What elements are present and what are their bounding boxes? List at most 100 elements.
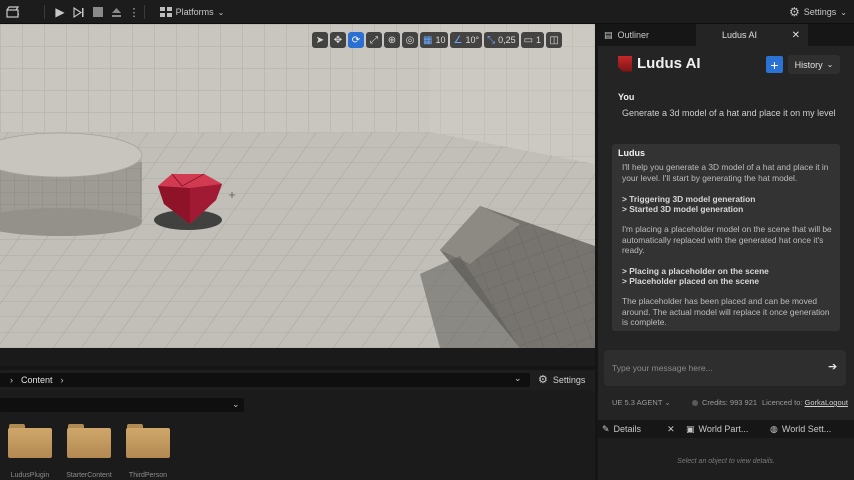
tab-details[interactable]: ✎ Details ✕ — [602, 420, 682, 438]
more-options-icon[interactable]: ⋮ — [128, 3, 140, 21]
history-label: History — [794, 59, 823, 70]
chevron-down-icon: ⌄ — [217, 7, 225, 17]
message-action: > Placing a placeholder on the scene — [622, 266, 769, 276]
scene-render — [0, 24, 595, 348]
right-panel: ▤ Outliner Ludus AI ✕ Ludus AI + History… — [598, 24, 854, 480]
history-button[interactable]: History ⌄ — [788, 55, 840, 74]
folder-startercontent[interactable] — [67, 424, 111, 458]
folder-thirdperson[interactable] — [126, 424, 170, 458]
assistant-message: Ludus I'll help you generate a 3D model … — [612, 144, 840, 331]
chat-input-box: ➔ — [604, 350, 846, 386]
folder-label: ThirdPerson — [128, 472, 168, 479]
breadcrumb: › Content › ⌄ — [0, 373, 530, 387]
camera-speed-button[interactable]: ▭ 1 — [520, 32, 545, 48]
close-icon[interactable]: ✕ — [667, 424, 675, 435]
platforms-menu[interactable]: Platforms ⌄ — [156, 3, 228, 21]
tab-world-settings[interactable]: ◍ World Sett... — [770, 420, 854, 438]
panel-tabs: ▤ Outliner Ludus AI ✕ — [598, 24, 854, 46]
rotate-icon[interactable]: ⟳ — [348, 32, 364, 48]
advance-frame-icon[interactable] — [70, 3, 88, 21]
tab-world-settings-label: World Sett... — [781, 424, 832, 434]
world-space-icon[interactable]: ⊕ — [384, 32, 400, 48]
tab-ludus-ai[interactable]: Ludus AI ✕ — [696, 24, 808, 46]
folder-label: LudusPlugin — [10, 472, 50, 479]
logout-link[interactable]: Logout — [825, 398, 848, 407]
main-toolbar: ▶ ⋮ Platforms ⌄ ⚙ Settings ⌄ — [0, 0, 854, 24]
chat-input[interactable] — [612, 360, 812, 376]
message-action: > Started 3D model generation — [622, 204, 744, 214]
globe-icon: ◍ — [770, 423, 778, 434]
chevron-down-icon: ⌄ — [232, 399, 240, 409]
content-settings-label: Settings — [552, 374, 586, 385]
new-chat-button[interactable]: + — [766, 56, 783, 73]
ludus-logo: Ludus AI — [618, 55, 701, 72]
settings-menu[interactable]: ⚙ Settings ⌄ — [786, 3, 850, 21]
grid-snap-value: 10 — [435, 35, 446, 45]
clapperboard-icon[interactable] — [2, 3, 24, 21]
platforms-label: Platforms — [175, 7, 214, 17]
chevron-down-icon: ⌄ — [840, 7, 847, 17]
rotation-snap-toggle[interactable]: ∠ 10° — [450, 32, 483, 48]
camera-speed-value: 1 — [536, 35, 542, 45]
scale-snap-icon: ⤡ — [487, 34, 496, 46]
folder-label: StarterContent — [66, 472, 112, 479]
chevron-down-icon: ⌄ — [826, 60, 834, 69]
level-viewport[interactable]: ➤ ✥ ⟳ ⤢ ⊕ ◎ ▦ 10 ∠ 10° ⤡ 0,25 ▭ 1 ◫ — [0, 24, 595, 348]
surface-snap-icon[interactable]: ◎ — [402, 32, 418, 48]
viewport-layout-icon[interactable]: ◫ — [546, 32, 563, 48]
pencil-icon: ✎ — [602, 423, 610, 434]
licensed-text: Licenced to: — [762, 398, 805, 407]
status-bar: UE 5.3 AGENT ⌄ Credits: 993 921 Licenced… — [612, 398, 852, 410]
agent-selector[interactable]: UE 5.3 AGENT ⌄ — [612, 398, 671, 407]
credits-icon — [692, 399, 698, 406]
angle-icon: ∠ — [453, 34, 463, 46]
assistant-name: Ludus — [618, 148, 645, 158]
select-mode-icon[interactable]: ➤ — [312, 32, 328, 48]
brand-name: Ludus AI — [637, 55, 701, 72]
tab-outliner-label: Outliner — [617, 30, 650, 40]
licensed-user: Gorka — [804, 398, 825, 407]
license-info: Licenced to: GorkaLogout — [762, 398, 848, 407]
credits-text: Credits: 993 921 — [702, 398, 758, 407]
content-settings-button[interactable]: ⚙ Settings — [538, 373, 585, 386]
scale-snap-toggle[interactable]: ⤡ 0,25 — [484, 32, 519, 48]
play-icon[interactable]: ▶ — [52, 3, 68, 21]
stop-icon[interactable] — [90, 3, 106, 21]
ludus-header: Ludus AI + History ⌄ — [598, 46, 854, 82]
content-browser-toolbar: › Content › ⌄ ⚙ Settings — [0, 370, 595, 390]
chevron-down-icon: ⌄ — [664, 398, 671, 407]
outliner-icon: ▤ — [604, 29, 613, 40]
credits: Credits: 993 921 — [692, 398, 757, 407]
scale-icon[interactable]: ⤢ — [366, 32, 382, 48]
folder-ludusplugin[interactable] — [8, 424, 52, 458]
tab-world-partition[interactable]: ▣ World Part... — [686, 420, 766, 438]
details-panel: Select an object to view details. — [598, 438, 854, 480]
rotation-snap-value: 10° — [465, 35, 480, 45]
ludus-logo-icon — [618, 55, 632, 72]
grid-icon: ▦ — [423, 34, 433, 46]
breadcrumb-separator-icon: › — [10, 375, 13, 385]
tab-details-label: Details — [613, 424, 642, 434]
grid-snap-toggle[interactable]: ▦ 10 — [420, 32, 449, 48]
breadcrumb-root[interactable]: Content — [21, 375, 53, 385]
close-icon[interactable]: ✕ — [792, 30, 800, 41]
message-paragraph: I'm placing a placeholder model on the s… — [622, 224, 832, 256]
translate-icon[interactable]: ✥ — [330, 32, 346, 48]
gear-icon: ⚙ — [538, 374, 548, 386]
message-action: > Triggering 3D model generation — [622, 194, 756, 204]
camera-icon: ▭ — [523, 34, 534, 46]
agent-label: UE 5.3 AGENT — [612, 398, 663, 407]
details-hint: Select an object to view details. — [677, 458, 775, 465]
details-tabs: ✎ Details ✕ ▣ World Part... ◍ World Sett… — [598, 420, 854, 438]
user-message: Generate a 3d model of a hat and place i… — [622, 108, 836, 118]
grid-icon — [159, 7, 172, 17]
scale-snap-value: 0,25 — [498, 35, 516, 45]
message-action: > Placeholder placed on the scene — [622, 276, 760, 286]
filter-dropdown[interactable]: ⌄ — [0, 398, 244, 412]
path-dropdown-icon[interactable]: ⌄ — [514, 373, 522, 384]
eject-icon[interactable] — [108, 3, 124, 21]
tab-outliner[interactable]: ▤ Outliner — [598, 24, 696, 46]
breadcrumb-chevron-icon: › — [60, 375, 64, 385]
viewport-toolbar: ➤ ✥ ⟳ ⤢ ⊕ ◎ ▦ 10 ∠ 10° ⤡ 0,25 ▭ 1 ◫ — [312, 31, 563, 49]
send-icon[interactable]: ➔ — [828, 360, 837, 373]
